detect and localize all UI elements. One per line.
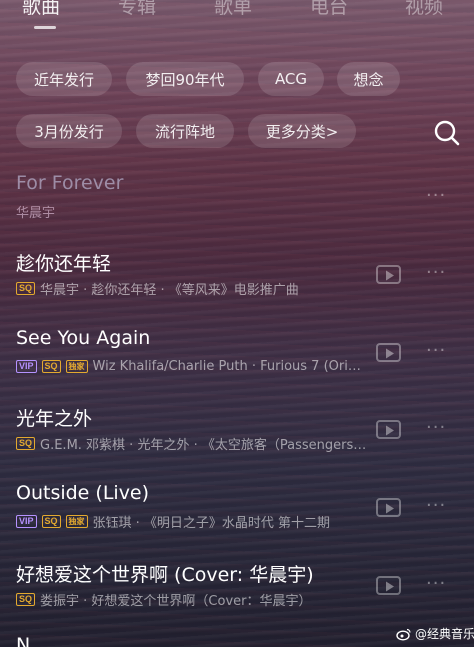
sq-badge: SQ <box>41 514 61 528</box>
tab-songs[interactable]: 歌曲 <box>22 0 60 19</box>
song-artist-album: 娄振宇 · 好想爱这个世界啊（Cover：华晨宇） <box>40 593 312 609</box>
song-row[interactable]: See You Again VIP SQ 独家 Wiz Khalifa/Char… <box>0 327 474 397</box>
song-artist-album: G.E.M. 邓紫棋 · 光年之外 · 《太空旅客（Passengers）》电影… <box>40 437 368 453</box>
chip-pop[interactable]: 流行阵地 <box>136 114 234 148</box>
song-meta: VIP SQ 独家 张钰琪 · 《明日之子》水晶时代 第十二期 <box>16 512 368 530</box>
more-options-button[interactable]: ··· <box>426 263 448 283</box>
mv-play-button[interactable] <box>376 343 401 362</box>
song-meta: SQ 娄振宇 · 好想爱这个世界啊（Cover：华晨宇） <box>16 590 368 608</box>
more-options-button[interactable]: ··· <box>426 186 448 206</box>
song-title: 好想爱这个世界啊 (Cover: 华晨宇) <box>16 564 314 586</box>
chip-more-categories[interactable]: 更多分类> <box>248 114 356 148</box>
song-row[interactable]: For Forever 华晨宇 ··· <box>0 172 474 242</box>
category-tabs: 歌曲 专辑 歌单 电台 视频 <box>0 0 474 29</box>
chip-90s[interactable]: 梦回90年代 <box>126 62 244 96</box>
search-results-screen: 歌曲 专辑 歌单 电台 视频 近年发行 梦回90年代 ACG 想念 3月份发行 … <box>0 0 474 647</box>
song-meta: 华晨宇 <box>16 202 368 221</box>
play-icon <box>386 348 394 359</box>
song-meta: SQ G.E.M. 邓紫棋 · 光年之外 · 《太空旅客（Passengers）… <box>16 434 368 452</box>
tab-videos[interactable]: 视频 <box>405 0 443 19</box>
active-tab-indicator <box>34 26 56 29</box>
song-artist-album: 华晨宇 · 趁你还年轻 · 《等风来》电影推广曲 <box>40 282 299 298</box>
song-title: 趁你还年轻 <box>16 253 112 275</box>
mv-play-button[interactable] <box>376 498 401 517</box>
song-artist-album: 华晨宇 <box>16 205 56 221</box>
more-options-button[interactable]: ··· <box>426 574 448 594</box>
tab-radio[interactable]: 电台 <box>310 0 348 19</box>
song-title: 光年之外 <box>16 408 93 430</box>
song-meta: VIP SQ 独家 Wiz Khalifa/Charlie Puth · Fur… <box>16 357 368 375</box>
sq-badge: SQ <box>16 281 36 295</box>
exclusive-badge: 独家 <box>65 359 88 373</box>
song-row[interactable]: 好想爱这个世界啊 (Cover: 华晨宇) SQ 娄振宇 · 好想爱这个世界啊（… <box>0 560 474 630</box>
vip-badge: VIP <box>16 514 37 528</box>
more-options-button[interactable]: ··· <box>426 418 448 438</box>
chip-acg[interactable]: ACG <box>258 62 324 96</box>
song-artist-album: Wiz Khalifa/Charlie Puth · Furious 7 (Or… <box>92 358 368 374</box>
more-options-button[interactable]: ··· <box>426 341 448 361</box>
sq-badge: SQ <box>16 436 36 450</box>
tab-playlists[interactable]: 歌单 <box>214 0 252 19</box>
exclusive-badge: 独家 <box>65 514 88 528</box>
song-artist-album: 张钰琪 · 《明日之子》水晶时代 第十二期 <box>92 515 331 531</box>
play-icon <box>386 270 394 281</box>
search-icon[interactable] <box>432 118 462 148</box>
song-title: For Forever <box>16 172 124 194</box>
mv-play-button[interactable] <box>376 576 401 595</box>
sq-badge: SQ <box>16 592 36 606</box>
play-icon <box>386 581 394 592</box>
tab-albums[interactable]: 专辑 <box>118 0 156 19</box>
play-icon <box>386 503 394 514</box>
vip-badge: VIP <box>16 359 37 373</box>
sq-badge: SQ <box>41 359 61 373</box>
song-row[interactable]: 光年之外 SQ G.E.M. 邓紫棋 · 光年之外 · 《太空旅客（Passen… <box>0 404 474 474</box>
chip-missing[interactable]: 想念 <box>337 62 400 96</box>
watermark: @经典音乐厅 <box>396 625 474 642</box>
weibo-icon <box>396 628 411 641</box>
song-row[interactable]: 趁你还年轻 SQ 华晨宇 · 趁你还年轻 · 《等风来》电影推广曲 ··· <box>0 249 474 319</box>
more-options-button[interactable]: ··· <box>426 496 448 516</box>
mv-play-button[interactable] <box>376 265 401 284</box>
song-title-cutoff: N <box>16 634 31 647</box>
song-row[interactable]: Outside (Live) VIP SQ 独家 张钰琪 · 《明日之子》水晶时… <box>0 482 474 552</box>
play-icon <box>386 425 394 436</box>
song-title: See You Again <box>16 327 151 349</box>
song-meta: SQ 华晨宇 · 趁你还年轻 · 《等风来》电影推广曲 <box>16 279 368 297</box>
chip-march-releases[interactable]: 3月份发行 <box>16 114 122 148</box>
mv-play-button[interactable] <box>376 420 401 439</box>
chip-recent-releases[interactable]: 近年发行 <box>16 62 112 96</box>
watermark-text: @经典音乐厅 <box>415 627 474 641</box>
song-title: Outside (Live) <box>16 482 150 504</box>
